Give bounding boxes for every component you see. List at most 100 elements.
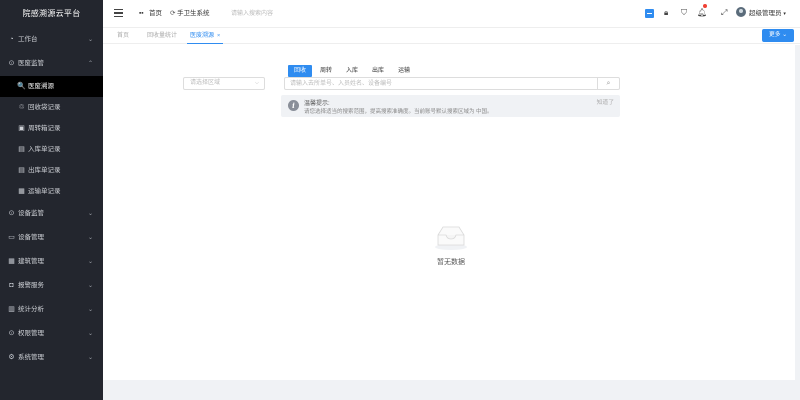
search-input[interactable] xyxy=(285,78,595,89)
search-type-tabs: 回收 周转 入库 出库 运输 xyxy=(288,65,418,77)
sidebar-subitem-label: 运输单记录 xyxy=(28,188,61,195)
sidebar-item-shield[interactable]: ⊙ 医废监管 ⌃ xyxy=(0,52,103,76)
shield-icon[interactable]: ⛉ xyxy=(681,8,687,18)
menu-toggle-icon[interactable] xyxy=(114,9,123,18)
search-button[interactable]: ⌕ xyxy=(597,78,619,89)
tab-bar: 首页 回收量统计 医废溯源 × 更多 ⌄ xyxy=(103,28,800,44)
chevron-down-icon: ⌄ xyxy=(87,331,93,337)
chevron-down-icon: ⌄ xyxy=(782,32,788,38)
empty-inbox-icon xyxy=(433,223,469,251)
device-monitor-icon: ⊙ xyxy=(8,210,15,217)
sidebar-item-label: 设备管理 xyxy=(18,234,44,241)
sidebar-item-label: 建筑管理 xyxy=(18,258,44,265)
sidebar-item-label: 统计分析 xyxy=(18,306,44,313)
chevron-down-icon: ⌄ xyxy=(87,259,93,265)
search-icon: 🔍 xyxy=(17,83,26,90)
lock-icon: ⊙ xyxy=(8,330,15,337)
breadcrumb-current[interactable]: 手卫生系统 xyxy=(177,9,210,19)
fullscreen-icon[interactable]: ⤢ xyxy=(721,8,727,18)
alarm-icon: ◘ xyxy=(9,282,14,289)
sidebar-subitem-truck[interactable]: ▦ 运输单记录 xyxy=(0,181,103,202)
empty-state: 暂无数据 xyxy=(429,223,473,267)
scroll-gutter xyxy=(795,45,800,380)
search-box: ⌕ xyxy=(284,77,620,90)
sidebar-subitem-label: 入库单记录 xyxy=(28,146,61,153)
sidebar-subitem-label: 周转箱记录 xyxy=(28,125,61,132)
sidebar-subitem-label: 医废溯源 xyxy=(28,83,54,90)
sidebar-item-alarm[interactable]: ◘ 报警服务 ⌄ xyxy=(0,274,103,298)
app-switch-icon[interactable] xyxy=(645,9,654,18)
sidebar-subitem-label: 出库单记录 xyxy=(28,167,61,174)
settings-icon: ⚙ xyxy=(8,354,15,361)
chevron-down-icon: ⌄ xyxy=(87,307,93,313)
region-select[interactable]: 请选择区域 ⌵ xyxy=(183,77,265,90)
breadcrumb-home[interactable]: 首页 xyxy=(149,9,162,19)
bell-icon[interactable]: 🔔︎ xyxy=(697,8,707,18)
avatar[interactable] xyxy=(736,7,746,17)
outbound-icon: ▤ xyxy=(18,167,25,174)
search-tab-turnover[interactable]: 周转 xyxy=(314,65,338,77)
search-tab-transport[interactable]: 运输 xyxy=(392,65,416,77)
lock-icon[interactable]: 🔒︎ xyxy=(664,8,668,18)
chevron-down-icon: ⌄ xyxy=(87,235,93,241)
chevron-down-icon: ▾ xyxy=(783,11,786,17)
chart-icon: ▥ xyxy=(8,306,15,313)
sidebar-item-settings[interactable]: ⚙ 系统管理 ⌄ xyxy=(0,346,103,370)
sidebar-subitem-search[interactable]: 🔍 医废溯源 xyxy=(0,76,103,97)
sidebar-subitem-outbound[interactable]: ▤ 出库单记录 xyxy=(0,160,103,181)
sidebar-item-label: 工作台 xyxy=(18,36,38,43)
search-tab-recycle[interactable]: 回收 xyxy=(288,65,313,77)
sidebar-item-device-monitor[interactable]: ⊙ 设备监管 ⌄ xyxy=(0,202,103,226)
chevron-down-icon: ⌵ xyxy=(254,80,259,86)
footer-area xyxy=(103,380,800,400)
link-icon: ⟳ xyxy=(170,10,176,17)
sidebar-item-label: 系统管理 xyxy=(18,354,44,361)
close-icon[interactable]: × xyxy=(217,33,220,39)
tab-home[interactable]: 首页 xyxy=(117,28,129,44)
notification-dot xyxy=(703,4,707,8)
tip-dismiss-button[interactable]: 知道了 xyxy=(597,97,614,106)
tab-recycle-stats[interactable]: 回收量统计 xyxy=(147,28,177,44)
chevron-down-icon: ⌄ xyxy=(87,37,93,43)
header: ▪▪ 首页 ⟳ 手卫生系统 请输入搜索内容 🔒︎ ⛉ 🔔︎ ⤢ 超级管理员 ▾ xyxy=(103,0,800,28)
info-icon: i xyxy=(288,100,299,111)
tip-text: 请您选择适当的搜索范围，提高搜索准确度。当前账号默认搜索区域为 中国。 xyxy=(304,109,493,115)
inbound-icon: ▤ xyxy=(18,146,25,153)
device-manage-icon: ▭ xyxy=(8,234,15,241)
sidebar-item-label: 医废监管 xyxy=(18,60,44,67)
chevron-up-icon: ⌃ xyxy=(87,61,93,67)
chevron-down-icon: ⌄ xyxy=(87,283,93,289)
sidebar-subitem-inbound[interactable]: ▤ 入库单记录 xyxy=(0,139,103,160)
sidebar-subitem-box[interactable]: ▣ 周转箱记录 xyxy=(0,118,103,139)
sidebar-subitem-bag[interactable]: ♲ 回收袋记录 xyxy=(0,97,103,118)
sidebar: 院感溯源云平台 ◔ 工作台 ⌄ ⊙ 医废监管 ⌃ 🔍 医废溯源 ♲ 回收袋记录 ▣ 周转箱记录 ▤ 入库单… xyxy=(0,0,103,400)
sidebar-item-label: 设备监管 xyxy=(18,210,44,217)
home-icon: ▪▪ xyxy=(139,10,144,17)
sidebar-menu: ◔ 工作台 ⌄ ⊙ 医废监管 ⌃ 🔍 医废溯源 ♲ 回收袋记录 ▣ 周转箱记录 ▤ 入库单记录 ▤ 出库单记录… xyxy=(0,28,103,370)
sidebar-item-label: 权限管理 xyxy=(18,330,44,337)
empty-text: 暂无数据 xyxy=(437,259,465,266)
tip-box: i 温馨提示: 请您选择适当的搜索范围，提高搜索准确度。当前账号默认搜索区域为 … xyxy=(281,95,620,117)
user-name[interactable]: 超级管理员 ▾ xyxy=(749,9,786,19)
search-tab-outbound[interactable]: 出库 xyxy=(366,65,390,77)
app-title: 院感溯源云平台 xyxy=(22,9,81,18)
tip-title: 温馨提示: xyxy=(304,101,330,107)
sidebar-item-building[interactable]: ▦ 建筑管理 ⌄ xyxy=(0,250,103,274)
box-icon: ▣ xyxy=(18,125,25,132)
sidebar-item-chart[interactable]: ▥ 统计分析 ⌄ xyxy=(0,298,103,322)
sidebar-subitem-label: 回收袋记录 xyxy=(28,104,61,111)
shield-icon: ⊙ xyxy=(8,60,15,67)
dashboard-icon: ◔ xyxy=(9,36,14,43)
building-icon: ▦ xyxy=(8,258,15,265)
sidebar-item-lock[interactable]: ⊙ 权限管理 ⌄ xyxy=(0,322,103,346)
truck-icon: ▦ xyxy=(18,188,25,195)
sidebar-item-dashboard[interactable]: ◔ 工作台 ⌄ xyxy=(0,28,103,52)
search-tab-inbound[interactable]: 入库 xyxy=(340,65,364,77)
main-content: 请选择区域 ⌵ 回收 周转 入库 出库 运输 ⌕ i 温馨提示: 请您选择适当的… xyxy=(103,45,795,380)
tab-waste-trace[interactable]: 医废溯源 × xyxy=(187,28,224,44)
sidebar-item-device-manage[interactable]: ▭ 设备管理 ⌄ xyxy=(0,226,103,250)
chevron-down-icon: ⌄ xyxy=(87,211,93,217)
header-search-input[interactable]: 请输入搜索内容 xyxy=(231,9,273,19)
bag-icon: ♲ xyxy=(18,104,25,111)
more-button[interactable]: 更多 ⌄ xyxy=(762,29,794,42)
